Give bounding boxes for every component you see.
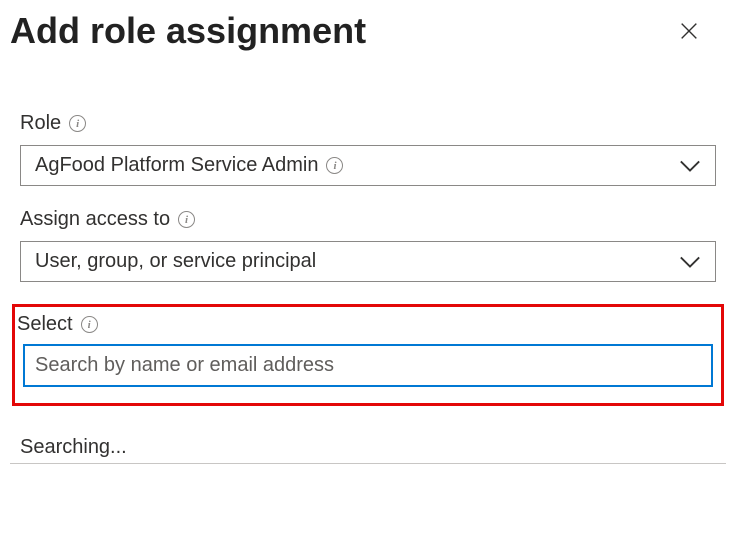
- assign-value-text: User, group, or service principal: [35, 250, 316, 273]
- chevron-down-icon: [679, 255, 701, 269]
- assign-field-group: Assign access to i User, group, or servi…: [10, 208, 726, 282]
- close-icon: [678, 20, 700, 42]
- assign-dropdown[interactable]: User, group, or service principal: [20, 241, 716, 282]
- select-field-group: Select i: [12, 304, 724, 406]
- role-label-row: Role i: [20, 112, 716, 135]
- role-label: Role: [20, 112, 61, 135]
- select-label: Select: [17, 313, 73, 336]
- role-dropdown[interactable]: AgFood Platform Service Admin i: [20, 145, 716, 186]
- role-value-text: AgFood Platform Service Admin: [35, 154, 318, 177]
- assign-label-row: Assign access to i: [20, 208, 716, 231]
- role-dropdown-value: AgFood Platform Service Admin i: [35, 154, 343, 177]
- search-status-text: Searching...: [20, 436, 127, 458]
- info-icon[interactable]: i: [326, 157, 343, 174]
- close-button[interactable]: [674, 16, 704, 46]
- panel-title: Add role assignment: [10, 10, 366, 52]
- chevron-down-icon: [679, 159, 701, 173]
- panel-header: Add role assignment: [10, 10, 726, 52]
- select-label-row: Select i: [15, 313, 713, 336]
- search-status-row: Searching...: [10, 436, 726, 464]
- assign-dropdown-value: User, group, or service principal: [35, 250, 316, 273]
- select-search-input[interactable]: [23, 344, 713, 387]
- assign-label: Assign access to: [20, 208, 170, 231]
- info-icon[interactable]: i: [178, 211, 195, 228]
- role-field-group: Role i AgFood Platform Service Admin i: [10, 112, 726, 186]
- info-icon[interactable]: i: [69, 115, 86, 132]
- info-icon[interactable]: i: [81, 316, 98, 333]
